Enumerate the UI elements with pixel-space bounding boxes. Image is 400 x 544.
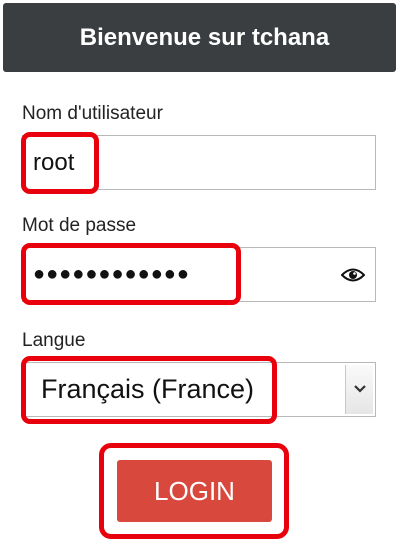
dropdown-button[interactable] [345,365,373,414]
password-masked-value: ●●●●●●●●●●●● [33,263,190,285]
page-title: Bienvenue sur tchana [3,3,396,72]
login-page: Bienvenue sur tchana Nom d'utilisateur r… [0,0,400,544]
password-label: Mot de passe [22,215,137,236]
password-field[interactable]: ●●●●●●●●●●●● [22,247,376,302]
login-button[interactable]: LOGIN [117,460,272,522]
language-selected-value: Français (France) [41,374,255,404]
eye-icon[interactable] [340,267,366,283]
language-select[interactable]: Français (France) [22,362,376,417]
chevron-down-icon [354,385,366,393]
language-label: Langue [22,330,86,351]
username-label: Nom d'utilisateur [22,103,163,124]
username-value: root [33,149,75,176]
username-field[interactable]: root [22,135,376,190]
